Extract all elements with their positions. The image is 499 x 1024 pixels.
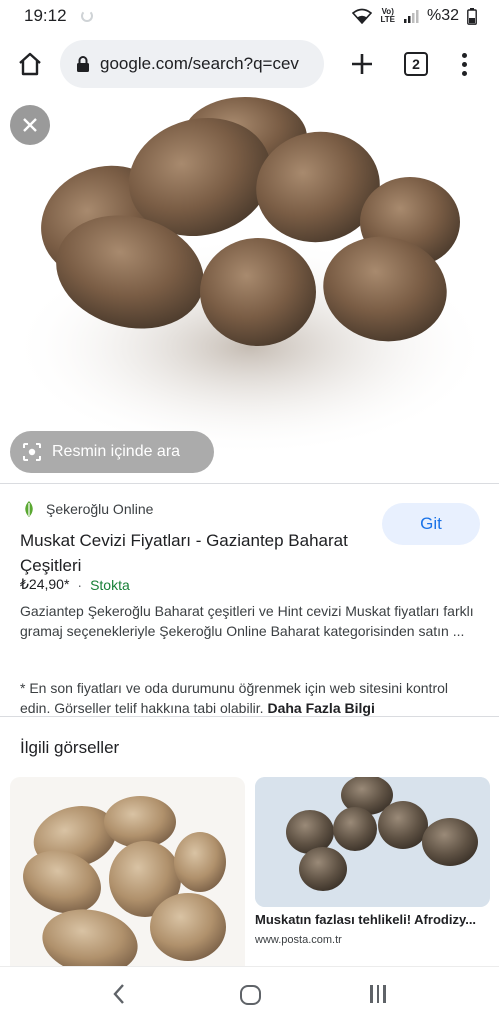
related-image-1 (10, 777, 245, 977)
close-icon (23, 118, 37, 132)
image-preview[interactable]: Resmin içinde ara (0, 97, 499, 482)
nutmeg-image (0, 97, 499, 482)
lock-icon (77, 56, 89, 72)
url-text: google.com/search?q=cev (100, 54, 299, 73)
related-image-card[interactable] (255, 777, 490, 907)
status-time: 19:12 (24, 6, 67, 25)
result-source[interactable]: Şekeroğlu Online (22, 500, 153, 518)
visit-button[interactable]: Git (382, 503, 480, 545)
new-tab-button[interactable] (344, 46, 380, 82)
menu-dot (461, 70, 467, 76)
source-name: Şekeroğlu Online (46, 501, 154, 517)
separator-dot: · (77, 576, 83, 593)
overflow-menu-button[interactable] (454, 48, 474, 80)
system-home-button[interactable] (240, 985, 261, 1005)
sync-icon (80, 10, 93, 22)
lens-label: Resmin içinde ara (52, 443, 181, 460)
plus-icon (352, 54, 372, 74)
result-title[interactable]: Muskat Cevizi Fiyatları - Gaziantep Baha… (20, 528, 350, 578)
browser-toolbar: google.com/search?q=cev 2 (0, 36, 499, 92)
lens-icon (23, 443, 41, 461)
copyright-note: * En son fiyatları ve oda durumunu öğren… (20, 678, 482, 718)
signal-icon (403, 10, 419, 23)
wifi-icon (352, 8, 373, 24)
home-button[interactable] (14, 48, 46, 80)
status-bar: 19:12 Vo) LTE %32 (0, 0, 499, 32)
menu-dot (461, 52, 467, 58)
lte-icon: Vo) LTE (380, 7, 395, 24)
recent-apps-button[interactable] (370, 985, 386, 1003)
site-logo-icon (25, 501, 33, 517)
more-info-link[interactable]: Daha Fazla Bilgi (267, 700, 374, 716)
stock-status: Stokta (90, 576, 130, 593)
system-nav-bar (0, 966, 499, 1024)
result-description: Gaziantep Şekeroğlu Baharat çeşitleri ve… (20, 603, 474, 639)
related-image-caption[interactable]: Muskatın fazlası tehlikeli! Afrodizy... (255, 912, 490, 927)
home-icon (19, 52, 41, 76)
recent-bar (383, 985, 386, 1003)
menu-dot (461, 61, 467, 67)
back-button[interactable] (112, 983, 126, 1010)
note-text: * En son fiyatları ve oda durumunu öğren… (20, 680, 448, 716)
battery-icon (467, 7, 477, 25)
battery-percent: %32 (426, 7, 459, 24)
tab-switcher-button[interactable]: 2 (404, 52, 428, 76)
price: ₺24,90* (20, 576, 70, 592)
related-images-title: İlgili görseller (20, 738, 120, 757)
divider (0, 483, 499, 484)
related-image-domain: www.posta.com.tr (255, 934, 342, 946)
back-icon (113, 984, 124, 1004)
recent-bar (370, 985, 373, 1003)
related-image-card[interactable] (10, 777, 245, 977)
recent-bar (376, 985, 379, 1003)
status-indicators: Vo) LTE %32 (352, 7, 477, 25)
search-in-image-button[interactable]: Resmin içinde ara (10, 431, 214, 473)
divider (0, 716, 499, 717)
price-row: ₺24,90* · Stokta (20, 576, 130, 593)
close-preview-button[interactable] (10, 105, 50, 145)
address-bar[interactable]: google.com/search?q=cev (60, 40, 324, 88)
related-image-2 (255, 777, 490, 907)
